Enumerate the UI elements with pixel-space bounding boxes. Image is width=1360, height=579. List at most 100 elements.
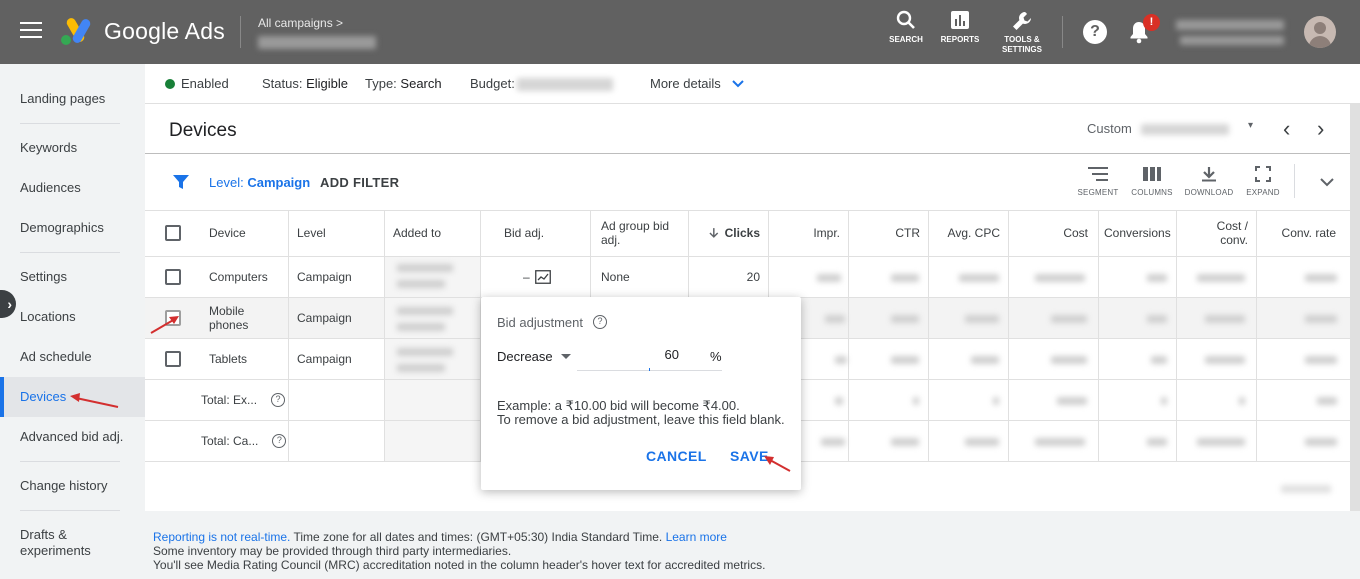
- campaign-status-bar: Enabled Status: Eligible Type: Search Bu…: [145, 64, 1360, 104]
- help-icon[interactable]: ?: [272, 433, 287, 448]
- redacted-value: [891, 315, 919, 323]
- redacted-value: [825, 315, 845, 323]
- sidebar-item-ad-schedule[interactable]: Ad schedule: [20, 349, 92, 365]
- redacted-value: [1057, 397, 1087, 405]
- date-range-redacted[interactable]: [1141, 124, 1229, 135]
- more-details-link[interactable]: More details: [650, 76, 745, 91]
- campaign-type: Type: Search: [365, 76, 442, 91]
- divider: [1098, 210, 1099, 461]
- redacted-value: [1305, 356, 1337, 364]
- redacted-value: [1151, 356, 1167, 364]
- add-filter-button[interactable]: ADD FILTER: [320, 175, 399, 190]
- popup-title: Bid adjustment: [497, 315, 583, 330]
- direction-select[interactable]: Decrease: [497, 349, 571, 364]
- cell-level: Campaign: [297, 310, 352, 325]
- search-action[interactable]: SEARCH: [876, 10, 936, 45]
- help-icon[interactable]: ?: [593, 315, 607, 329]
- select-all-checkbox[interactable]: [165, 210, 181, 256]
- redacted-value: [1205, 356, 1245, 364]
- breadcrumb[interactable]: All campaigns >: [258, 16, 343, 30]
- column-header-conv-rate[interactable]: Conv. rate: [1256, 210, 1336, 256]
- column-header-clicks[interactable]: Clicks: [708, 210, 760, 256]
- tools-settings-action[interactable]: TOOLS & SETTINGS: [992, 10, 1052, 55]
- status-enabled[interactable]: Enabled: [165, 76, 229, 91]
- next-period-icon[interactable]: ›: [1317, 116, 1324, 142]
- sidebar-item-locations[interactable]: Locations: [20, 309, 76, 325]
- account-name-redacted[interactable]: [1176, 20, 1284, 30]
- column-header-cost-per-conv[interactable]: Cost / conv.: [1176, 210, 1248, 256]
- reports-action[interactable]: REPORTS: [930, 10, 990, 45]
- campaign-name-redacted[interactable]: [258, 36, 376, 49]
- sidebar-collapse-button[interactable]: ›: [0, 290, 16, 318]
- divider: [288, 210, 289, 461]
- columns-button[interactable]: COLUMNS: [1124, 166, 1180, 197]
- enabled-dot-icon: [165, 79, 175, 89]
- sidebar-item-devices[interactable]: Devices: [20, 389, 66, 405]
- column-header-ctr[interactable]: CTR: [848, 210, 920, 256]
- sidebar-item-drafts-experiments[interactable]: Drafts & experiments: [20, 527, 91, 559]
- row-checkbox[interactable]: [165, 256, 181, 297]
- sidebar-item-advanced-bid-adj[interactable]: Advanced bid adj.: [20, 429, 123, 445]
- redacted-value: [1197, 274, 1245, 282]
- column-header-avg-cpc[interactable]: Avg. CPC: [928, 210, 1000, 256]
- edit-bid-chart-icon[interactable]: [534, 269, 551, 284]
- column-header-level[interactable]: Level: [297, 210, 326, 256]
- date-range-label[interactable]: Custom: [1087, 121, 1132, 136]
- cell-ad-group-bid-adj: None: [601, 269, 630, 284]
- caret-down-icon: [560, 354, 571, 359]
- column-header-cost[interactable]: Cost: [1008, 210, 1088, 256]
- brand-name: Google Ads: [104, 18, 225, 44]
- cell-device: Mobile phones: [209, 303, 249, 332]
- sidebar-item-demographics[interactable]: Demographics: [20, 220, 104, 236]
- divider: [1062, 16, 1063, 48]
- column-header-device[interactable]: Device: [209, 210, 246, 256]
- sidebar-item-audiences[interactable]: Audiences: [20, 180, 81, 196]
- download-icon: [1202, 167, 1216, 182]
- redacted-value: [397, 280, 445, 288]
- scrollbar[interactable]: [1350, 104, 1360, 511]
- column-header-conversions[interactable]: Conversions: [1104, 210, 1174, 256]
- redacted-value: [835, 397, 843, 405]
- sidebar-item-change-history[interactable]: Change history: [20, 478, 107, 494]
- download-button[interactable]: DOWNLOAD: [1181, 166, 1237, 197]
- redacted-value: [397, 264, 453, 272]
- redacted-value: [1051, 315, 1087, 323]
- filter-icon[interactable]: [172, 173, 190, 191]
- wrench-icon: [1013, 12, 1031, 30]
- segment-button[interactable]: SEGMENT: [1070, 166, 1126, 197]
- reporting-link[interactable]: Reporting is not real-time.: [153, 530, 290, 544]
- input-underline: [577, 368, 722, 371]
- redacted-pagination: [1281, 485, 1331, 493]
- menu-icon[interactable]: [20, 22, 42, 40]
- sidebar-item-settings[interactable]: Settings: [20, 269, 67, 285]
- cancel-button[interactable]: CANCEL: [646, 448, 707, 464]
- redacted-value: [993, 397, 999, 405]
- cell-device: Tablets: [209, 351, 248, 366]
- column-header-ad-group-bid-adj[interactable]: Ad group bid adj.: [601, 210, 669, 256]
- google-ads-logo: [61, 18, 91, 45]
- row-checkbox[interactable]: [165, 338, 181, 379]
- bid-adjustment-popup: Bid adjustment ? Decrease 60 % Example: …: [481, 297, 801, 490]
- redacted-value: [1147, 438, 1167, 446]
- column-header-added-to[interactable]: Added to: [393, 210, 441, 256]
- previous-period-icon[interactable]: ‹: [1283, 116, 1290, 142]
- divider: [20, 252, 120, 253]
- column-header-impr[interactable]: Impr.: [768, 210, 840, 256]
- divider: [240, 16, 241, 48]
- avatar[interactable]: [1304, 16, 1336, 48]
- column-header-bid-adj[interactable]: Bid adj.: [504, 210, 544, 256]
- sidebar-active-indicator: [0, 377, 4, 417]
- level-filter[interactable]: Level: Campaign: [209, 175, 310, 190]
- cell-bid-adj[interactable]: –: [523, 256, 551, 297]
- date-caret-icon[interactable]: ▾: [1248, 120, 1253, 131]
- expand-button[interactable]: EXPAND: [1235, 166, 1291, 197]
- help-icon[interactable]: ?: [1083, 20, 1107, 44]
- bid-adjustment-input[interactable]: 60: [577, 347, 703, 369]
- account-email-redacted[interactable]: [1180, 36, 1284, 45]
- learn-more-link[interactable]: Learn more: [666, 530, 727, 544]
- sidebar-item-landing-pages[interactable]: Landing pages: [20, 91, 105, 107]
- chevron-down-icon[interactable]: [1319, 177, 1335, 189]
- sidebar-item-keywords[interactable]: Keywords: [20, 140, 77, 156]
- redacted-value: [1317, 397, 1337, 405]
- help-icon[interactable]: ?: [271, 392, 286, 407]
